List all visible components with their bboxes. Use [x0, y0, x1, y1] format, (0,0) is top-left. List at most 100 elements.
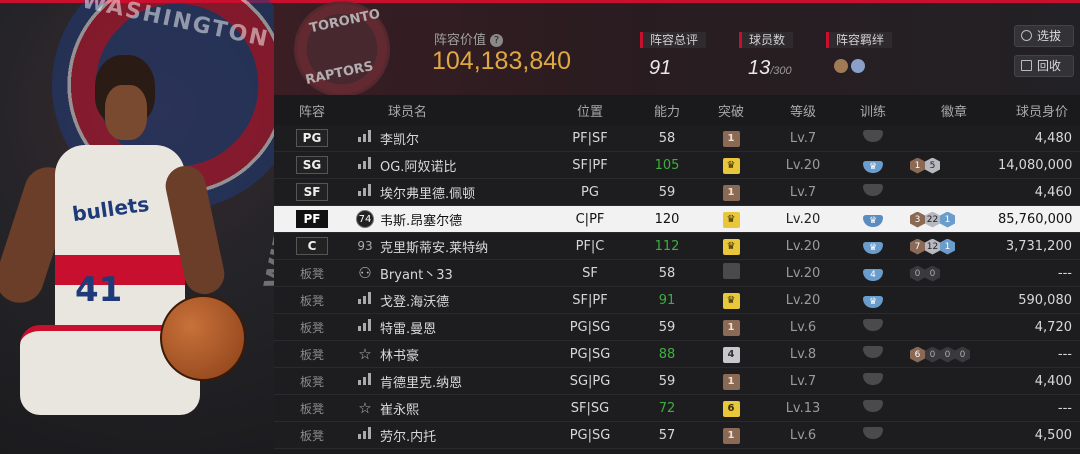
signal-icon	[358, 319, 372, 331]
col-name: 球员名	[388, 104, 428, 120]
training-icon[interactable]: ♛	[863, 241, 883, 254]
player-level: Lv.20	[785, 211, 821, 227]
player-level: Lv.20	[785, 157, 821, 173]
table-row[interactable]: 板凳 ⚇ Bryant丶33 SF 58 Lv.20 4 00 ---	[274, 260, 1080, 287]
star-icon: ☆	[358, 399, 372, 417]
table-row[interactable]: 板凳 肯德里克.纳恩 SG|PG 59 1 Lv.7 4,400	[274, 368, 1080, 395]
training-icon[interactable]: 4	[863, 268, 883, 281]
player-name[interactable]: 李凯尔	[380, 129, 538, 148]
recycle-button[interactable]: 回收	[1014, 55, 1074, 77]
breakthrough-icon: 4	[722, 346, 740, 363]
table-row[interactable]: 板凳 ☆ 林书豪 PG|SG 88 4 Lv.8 6000 ---	[274, 341, 1080, 368]
player-portrait: bullets 41	[0, 55, 246, 454]
slot-badge[interactable]: SG	[296, 156, 328, 174]
player-name[interactable]: 克里斯蒂安.莱特纳	[380, 237, 538, 256]
player-name[interactable]: 特雷.曼恩	[380, 318, 538, 337]
bench-label: 板凳	[299, 347, 324, 362]
player-rating: 59	[658, 319, 676, 335]
player-level: Lv.20	[785, 292, 821, 308]
player-position: PG|SG	[569, 346, 611, 362]
player-level: Lv.6	[789, 319, 817, 335]
player-hero-panel: WASHINGTON WIZARDS bullets 41	[0, 0, 274, 454]
col-breakthrough: 突破	[717, 104, 744, 120]
table-row[interactable]: SF 埃尔弗里德.佩顿 PG 59 1 Lv.7 4,460	[274, 179, 1080, 206]
training-icon[interactable]: ♛	[863, 295, 883, 308]
col-badges: 徽章	[940, 104, 967, 120]
table-row[interactable]: C 93 克里斯蒂安.莱特纳 PF|C 112 ♛ Lv.20 ♛ 7 12 1 3…	[274, 233, 1080, 260]
player-position: SG|PG	[569, 373, 611, 389]
breakthrough-icon: ♛	[722, 238, 740, 255]
badge-icon: 7	[910, 238, 925, 255]
table-body: PG 李凯尔 PF|SF 58 1 Lv.7 4,480 SG OG.阿奴诺比 …	[274, 125, 1080, 449]
breakthrough-icon: 1	[722, 319, 740, 336]
select-button[interactable]: 选拔	[1014, 25, 1074, 47]
table-row[interactable]: SG OG.阿奴诺比 SF|PF 105 ♛ Lv.20 ♛ 15 14,080…	[274, 152, 1080, 179]
breakthrough-icon	[722, 263, 740, 279]
slot-badge[interactable]: C	[296, 237, 328, 255]
stat-bonds[interactable]: 阵容羁绊	[826, 29, 893, 77]
training-icon[interactable]	[863, 400, 883, 412]
player-name[interactable]: 肯德里克.纳恩	[380, 372, 538, 391]
training-icon[interactable]	[863, 346, 883, 358]
bond-icon-1[interactable]	[834, 59, 848, 73]
col-salary: 球员身价	[1015, 104, 1068, 120]
training-icon[interactable]	[863, 427, 883, 439]
player-name[interactable]: 崔永熙	[380, 399, 538, 418]
player-rating: 59	[658, 184, 676, 200]
badge-icon: 0	[940, 346, 955, 363]
stat-player-count: 球员数 13/300	[739, 29, 794, 80]
player-level: Lv.7	[789, 184, 817, 200]
player-salary: 4,720	[1034, 319, 1072, 335]
player-salary: 4,480	[1034, 130, 1072, 146]
signal-icon	[358, 157, 372, 169]
table-row[interactable]: 板凳 戈登.海沃德 SF|PF 91 ♛ Lv.20 ♛ 590,080	[274, 287, 1080, 314]
training-icon[interactable]: ♛	[863, 160, 883, 173]
training-icon[interactable]: ♛	[863, 214, 883, 227]
signal-icon	[358, 292, 372, 304]
player-name[interactable]: 戈登.海沃德	[380, 291, 538, 310]
player-salary: 4,460	[1034, 184, 1072, 200]
table-row[interactable]: 板凳 劳尔.内托 PG|SG 57 1 Lv.6 4,500	[274, 422, 1080, 449]
player-position: SF|PF	[572, 157, 608, 173]
training-icon[interactable]	[863, 130, 883, 142]
player-level: Lv.6	[789, 427, 817, 443]
badge-icon: 0	[910, 265, 925, 282]
table-row[interactable]: 板凳 特雷.曼恩 PG|SG 59 1 Lv.6 4,720	[274, 314, 1080, 341]
bond-icon-2[interactable]	[851, 59, 865, 73]
player-name[interactable]: 埃尔弗里德.佩顿	[380, 183, 538, 202]
player-rating: 58	[658, 130, 676, 146]
bench-label: 板凳	[299, 293, 324, 308]
player-salary: 590,080	[1018, 292, 1072, 308]
training-icon[interactable]	[863, 319, 883, 331]
player-name[interactable]: 劳尔.内托	[380, 426, 538, 445]
table-row[interactable]: PF 74 韦斯.昂塞尔德 C|PF 120 ♛ Lv.20 ♛ 3 22 1 85…	[274, 206, 1080, 233]
slot-badge[interactable]: SF	[296, 183, 328, 201]
player-name[interactable]: Bryant丶33	[380, 264, 538, 283]
training-icon[interactable]	[863, 184, 883, 196]
badge-list: 00	[910, 265, 998, 282]
training-icon[interactable]	[863, 373, 883, 385]
player-name[interactable]: 韦斯.昂塞尔德	[380, 210, 538, 229]
help-icon[interactable]: ?	[490, 34, 504, 47]
badge-icon: 0	[925, 346, 940, 363]
badge-icon: 3	[910, 211, 925, 228]
col-training: 训练	[859, 104, 886, 120]
basketball-icon	[160, 295, 246, 381]
player-name[interactable]: OG.阿奴诺比	[380, 156, 538, 175]
col-slot: 阵容	[298, 104, 325, 120]
bench-label: 板凳	[299, 320, 324, 335]
star-icon: ☆	[358, 345, 372, 363]
slot-badge[interactable]: PG	[296, 129, 328, 147]
badge-icon: 1	[910, 157, 925, 174]
player-level: Lv.8	[789, 346, 817, 362]
table-row[interactable]: PG 李凯尔 PF|SF 58 1 Lv.7 4,480	[274, 125, 1080, 152]
player-name[interactable]: 林书豪	[380, 345, 538, 364]
badge-list: 15	[910, 157, 998, 174]
slot-badge[interactable]: PF	[296, 210, 328, 228]
lineup-header: TORONTO RAPTORS 阵容价值? 104,183,840 阵容总评 9…	[274, 0, 1080, 97]
badge-icon: 1	[940, 211, 955, 228]
player-rating: 59	[658, 373, 676, 389]
player-level: Lv.20	[785, 265, 821, 281]
table-row[interactable]: 板凳 ☆ 崔永熙 SF|SG 72 6 Lv.13 ---	[274, 395, 1080, 422]
breakthrough-icon: 1	[722, 427, 740, 444]
